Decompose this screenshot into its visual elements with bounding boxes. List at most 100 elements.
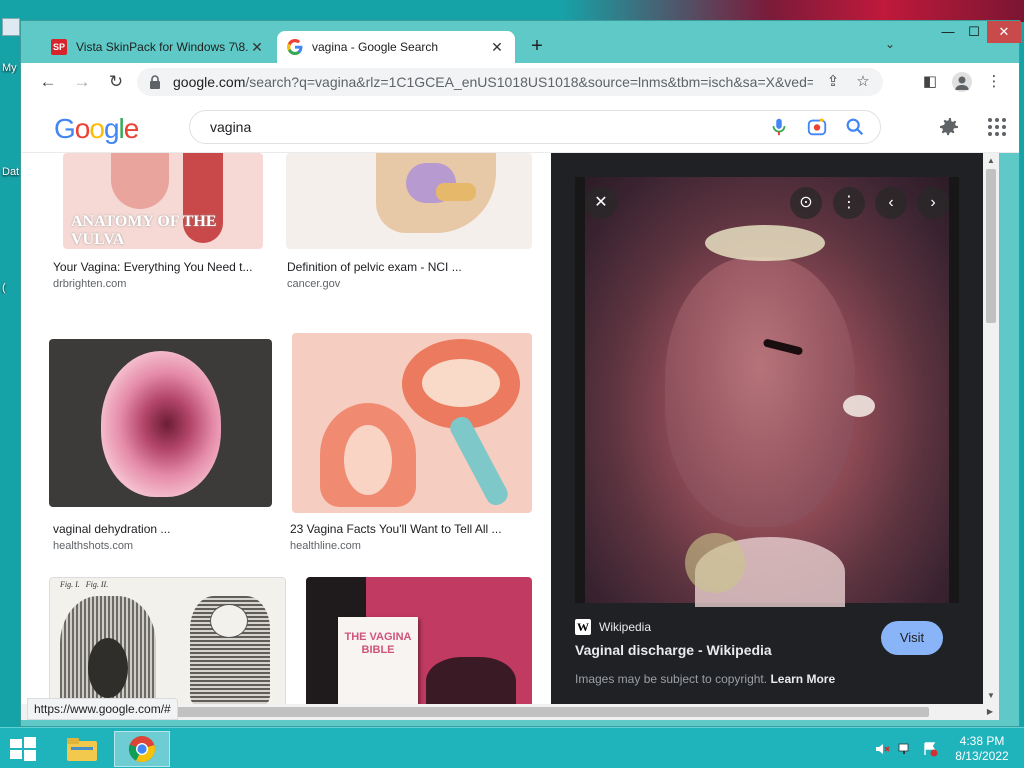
visit-button[interactable]: Visit <box>881 621 943 655</box>
windows-start-icon[interactable] <box>8 736 38 762</box>
back-arrow-icon[interactable]: ← <box>37 71 59 93</box>
chrome-menu-icon[interactable]: ⋮ <box>983 71 1005 93</box>
browser-toolbar: ← → ↻ google.com/search?q=vagina&rlz=1C1… <box>21 63 1019 101</box>
desktop-icon-chrome[interactable]: ( <box>0 228 22 294</box>
address-bar[interactable]: google.com/search?q=vagina&rlz=1C1GCEA_e… <box>137 68 883 96</box>
tab-close-icon[interactable]: ✕ <box>249 39 265 56</box>
url-text: google.com/search?q=vagina&rlz=1C1GCEA_e… <box>173 74 813 90</box>
preview-title[interactable]: Vaginal discharge - Wikipedia <box>575 642 772 658</box>
microphone-icon[interactable] <box>768 116 790 138</box>
tab-title: vagina - Google Search <box>312 40 439 54</box>
search-box <box>189 110 881 144</box>
minimize-button[interactable]: — <box>935 21 961 43</box>
result-title[interactable]: 23 Vagina Facts You'll Want to Tell All … <box>290 522 502 536</box>
thumbnail-caption: Fig. I. Fig. II. <box>60 580 109 589</box>
forward-arrow-icon[interactable]: → <box>71 71 93 93</box>
browser-window: SP Vista SkinPack for Windows 7\8.1 ✕ va… <box>20 20 1021 727</box>
preview-source-label: Wikipedia <box>599 620 652 634</box>
tab-title: Vista SkinPack for Windows 7\8.1 <box>76 40 249 54</box>
tab-close-icon[interactable]: ✕ <box>489 39 505 56</box>
lock-icon <box>150 75 160 89</box>
clock-date: 8/13/2022 <box>955 749 1009 763</box>
result-card[interactable]: ANATOMY OF THE VULVA Your Vagina: Everyt… <box>21 153 286 303</box>
result-card[interactable]: vaginal dehydration ... healthshots.com <box>21 319 286 552</box>
folder-icon <box>67 738 97 761</box>
desktop-icon-data[interactable]: Dat <box>0 140 22 178</box>
preview-image[interactable] <box>575 177 959 607</box>
tab-search-chevron-icon[interactable]: ⌄ <box>885 37 895 51</box>
chrome-icon <box>128 736 155 763</box>
scroll-up-arrow-icon[interactable]: ▲ <box>983 153 999 169</box>
result-thumbnail[interactable] <box>49 339 272 507</box>
result-card[interactable]: 23 Vagina Facts You'll Want to Tell All … <box>286 319 551 552</box>
taskbar-file-explorer[interactable] <box>54 731 110 767</box>
result-card[interactable]: Fig. I. Fig. II. <box>21 573 286 704</box>
side-panel-icon[interactable]: ◧ <box>919 71 941 93</box>
vertical-scroll-thumb[interactable] <box>986 169 996 323</box>
apps-grid-icon[interactable] <box>987 117 1007 137</box>
gear-icon[interactable] <box>937 115 961 139</box>
link-status-bubble: https://www.google.com/# <box>27 698 178 720</box>
thumbnail-caption: THE VAGINA BIBLE <box>344 631 412 656</box>
result-title[interactable]: Your Vagina: Everything You Need t... <box>53 260 252 274</box>
result-thumbnail[interactable]: THE VAGINA BIBLE <box>306 577 532 704</box>
volume-muted-icon[interactable] <box>874 741 890 757</box>
result-thumbnail[interactable] <box>286 153 532 249</box>
scroll-right-arrow-icon[interactable]: ▶ <box>983 704 997 720</box>
desktop-wallpaper <box>560 0 1024 22</box>
profile-avatar[interactable] <box>951 71 973 93</box>
result-card[interactable]: Definition of pelvic exam - NCI ... canc… <box>286 153 551 303</box>
lens-camera-icon[interactable] <box>806 116 828 138</box>
scroll-down-arrow-icon[interactable]: ▼ <box>983 688 999 704</box>
system-clock[interactable]: 4:38 PM 8/13/2022 <box>946 734 1018 764</box>
result-card[interactable]: THE VAGINA BIBLE <box>286 573 551 704</box>
logo-letter: e <box>123 113 140 144</box>
tab-vista-skinpack[interactable]: SP Vista SkinPack for Windows 7\8.1 ✕ <box>41 31 275 63</box>
learn-more-link[interactable]: Learn More <box>770 672 835 686</box>
wikipedia-icon: W <box>575 619 591 635</box>
preview-source[interactable]: W Wikipedia <box>575 619 651 635</box>
google-logo[interactable]: Google <box>54 113 140 145</box>
skinpack-favicon-icon: SP <box>51 39 67 55</box>
result-source[interactable]: drbrighten.com <box>53 278 126 290</box>
close-window-button[interactable]: ✕ <box>987 21 1021 43</box>
tab-google-search[interactable]: vagina - Google Search ✕ <box>277 31 515 63</box>
result-thumbnail[interactable] <box>292 333 532 513</box>
thumbnail-caption: ANATOMY OF THE VULVA <box>71 213 217 248</box>
result-thumbnail[interactable]: Fig. I. Fig. II. <box>49 577 286 704</box>
image-preview-panel: ✕ ⊙ ⋮ ‹ › W Wikipedia Vaginal discharge … <box>551 153 983 704</box>
result-source[interactable]: healthline.com <box>290 540 361 552</box>
more-options-icon[interactable]: ⋮ <box>833 187 865 219</box>
taskbar: 4:38 PM 8/13/2022 <box>0 727 1024 768</box>
copyright-notice: Images may be subject to copyright. Lear… <box>575 672 836 686</box>
google-header: Google <box>21 101 1019 153</box>
result-source[interactable]: cancer.gov <box>287 278 340 290</box>
result-title[interactable]: vaginal dehydration ... <box>53 522 170 536</box>
share-icon[interactable]: ⇪ <box>823 72 843 92</box>
clock-time: 4:38 PM <box>959 734 1005 748</box>
vertical-scrollbar[interactable]: ▲ ▼ <box>983 153 999 704</box>
previous-image-icon[interactable]: ‹ <box>875 187 907 219</box>
network-icon[interactable] <box>898 741 914 757</box>
avatar-icon <box>952 72 972 92</box>
result-thumbnail[interactable]: ANATOMY OF THE VULVA <box>63 153 263 249</box>
taskbar-chrome[interactable] <box>114 731 170 767</box>
result-source[interactable]: healthshots.com <box>53 540 133 552</box>
lens-search-icon[interactable]: ⊙ <box>790 187 822 219</box>
tab-strip: SP Vista SkinPack for Windows 7\8.1 ✕ va… <box>21 21 1021 63</box>
result-title[interactable]: Definition of pelvic exam - NCI ... <box>287 260 462 274</box>
new-tab-button[interactable]: + <box>525 35 549 58</box>
maximize-button[interactable]: ☐ <box>961 21 987 43</box>
desktop-icon-my-computer[interactable]: My <box>0 12 22 74</box>
bookmark-star-icon[interactable]: ☆ <box>853 72 873 92</box>
close-preview-icon[interactable]: ✕ <box>585 187 617 219</box>
reload-icon[interactable]: ↻ <box>105 71 127 93</box>
logo-letter: o <box>89 113 105 144</box>
search-input[interactable] <box>210 119 752 135</box>
action-center-flag-icon[interactable] <box>922 741 938 757</box>
next-image-icon[interactable]: › <box>917 187 949 219</box>
search-icon[interactable] <box>844 116 866 138</box>
logo-letter: G <box>54 113 76 144</box>
image-results-grid: ANATOMY OF THE VULVA Your Vagina: Everyt… <box>21 153 551 704</box>
logo-letter: o <box>74 113 91 144</box>
